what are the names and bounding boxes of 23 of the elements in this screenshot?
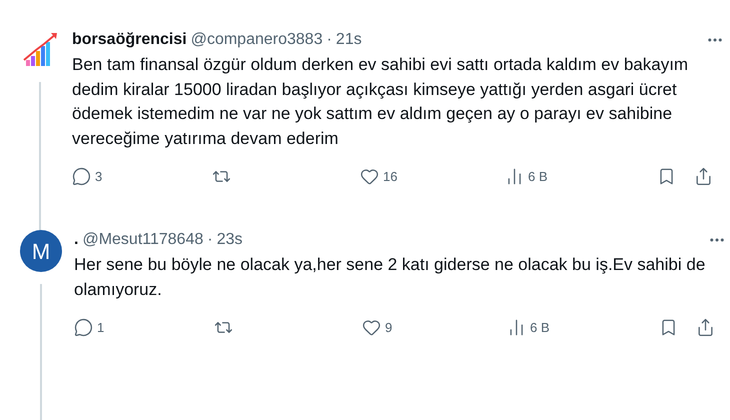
display-name[interactable]: . (74, 230, 78, 250)
like-icon[interactable] (362, 318, 381, 338)
timestamp[interactable]: 21s (336, 30, 362, 50)
action-count: 6 B (530, 319, 550, 337)
user-handle[interactable]: @companero3883 (190, 30, 323, 50)
share-icon[interactable] (696, 318, 715, 338)
like-icon[interactable] (360, 167, 379, 186)
reply-icon[interactable] (74, 318, 93, 338)
display-name[interactable]: borsaöğrencisi (72, 30, 187, 50)
avatar[interactable]: M (20, 230, 62, 272)
dot-separator: · (326, 30, 332, 50)
dot-separator: · (207, 230, 213, 250)
reply-icon[interactable] (72, 167, 91, 186)
action-count: 6 B (528, 168, 548, 186)
user-handle[interactable]: @Mesut1178648 (82, 230, 204, 250)
action-count: 16 (383, 168, 398, 186)
action-count: 9 (385, 319, 392, 337)
action-count: 1 (97, 319, 104, 337)
tweet-text: Her sene bu böyle ne olacak ya,her sene 2 katı giderse ne olacak bu iş.Ev sahibi de olamıyoruz. (74, 254, 706, 300)
timestamp[interactable]: 23s (216, 230, 242, 250)
tweet-text: Ben tam finansal özgür oldum derken ev sahibi evi sattı ortada kaldım ev bakayım dedim kiralar 15000 liradan başlıyor açıkçası kimseye yattığı yerden asgari ücret ödemek istemedim ne var ne yok sattım ev aldım geçen ay o parayı ev sahibine vereceğime yatırıma devam ederim (72, 54, 690, 150)
share-icon[interactable] (694, 167, 713, 186)
action-count: 3 (95, 168, 102, 186)
